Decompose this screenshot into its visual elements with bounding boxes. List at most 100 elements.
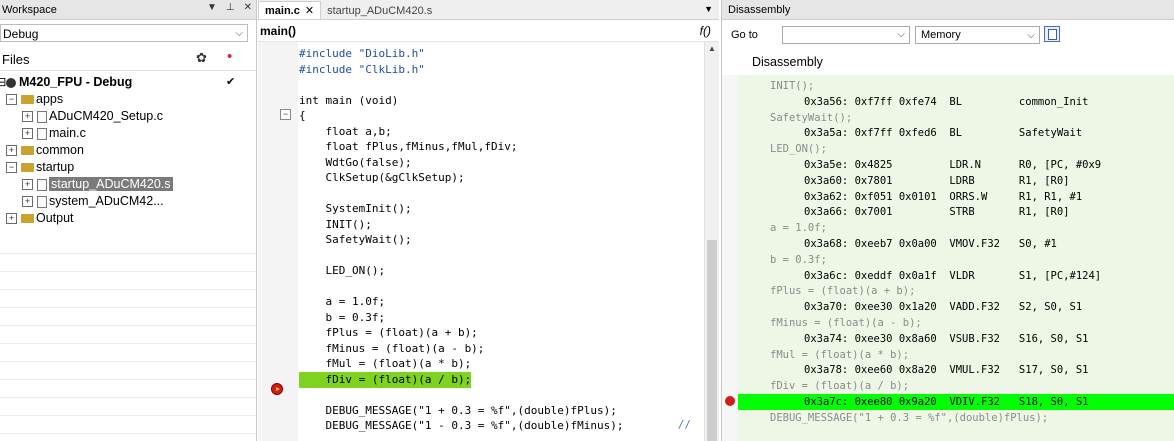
- red-dot-icon[interactable]: •: [227, 48, 232, 65]
- chevron-down-icon[interactable]: ⌵: [897, 29, 905, 40]
- instruction-line[interactable]: 0x3a66: 0x7001 STRB R1, [R0]: [804, 204, 1070, 220]
- breakpoint-icon[interactable]: [272, 384, 282, 394]
- tree-item-label: startup: [36, 160, 75, 174]
- code-line[interactable]: float fPlus,fMinus,fMul,fDiv;: [299, 139, 517, 155]
- pin-icon[interactable]: ⊥: [226, 2, 235, 13]
- memory-page-icon[interactable]: [1044, 26, 1060, 42]
- source-line[interactable]: INIT();: [770, 78, 814, 94]
- code-line[interactable]: fMul = (float)(a * b);: [299, 356, 471, 372]
- tree-item[interactable]: + Output: [0, 210, 256, 227]
- memory-select[interactable]: Memory ⌵: [915, 26, 1040, 44]
- source-line[interactable]: a = 1.0f;: [770, 220, 827, 236]
- code-line[interactable]: b = 0.3f;: [299, 310, 385, 326]
- tree-item-label: apps: [36, 92, 64, 106]
- code-line[interactable]: fDiv = (float)(a / b);: [299, 371, 472, 388]
- instruction-line[interactable]: 0x3a68: 0xeeb7 0x0a00 VMOV.F32 S0, #1: [804, 236, 1057, 252]
- instruction-line[interactable]: 0x3a7c: 0xee80 0x9a20 VDIV.F32 S18, S0, …: [738, 394, 1174, 410]
- code-line[interactable]: LED_ON();: [299, 263, 385, 279]
- instruction-line[interactable]: 0x3a6c: 0xeddf 0x0a1f VLDR S1, [PC,#124]: [804, 268, 1101, 284]
- memory-value: Memory: [921, 29, 961, 41]
- tree-item-label: main.c: [49, 126, 86, 140]
- instruction-line[interactable]: 0x3a74: 0xee30 0x8a60 VSUB.F32 S16, S0, …: [804, 331, 1088, 347]
- goto-input[interactable]: ⌵: [782, 26, 910, 44]
- fold-toggle-icon[interactable]: −: [280, 109, 291, 120]
- source-line[interactable]: b = 0.3f;: [770, 252, 827, 268]
- tree-item[interactable]: + system_ADuCM42...: [0, 193, 256, 210]
- goto-label: Go to: [731, 29, 758, 41]
- project-row[interactable]: ⊟ M420_FPU - Debug ✔: [0, 74, 256, 91]
- code-line[interactable]: fPlus = (float)(a + b);: [299, 325, 477, 341]
- tree-item[interactable]: − apps: [0, 91, 256, 108]
- chevron-down-icon[interactable]: ⌵: [1027, 28, 1035, 44]
- tab-list-arrow-icon[interactable]: ▼: [704, 4, 713, 14]
- code-line[interactable]: ClkSetup(&gClkSetup);: [299, 170, 464, 186]
- current-line-arrow-icon: [276, 387, 280, 391]
- instruction-line[interactable]: 0x3a5e: 0x4825 LDR.N R0, [PC, #0x9: [804, 157, 1101, 173]
- project-icon: [6, 77, 16, 88]
- tree-item[interactable]: + startup_ADuCM420.s: [0, 176, 256, 193]
- code-line[interactable]: fMinus = (float)(a - b);: [299, 341, 484, 357]
- source-line[interactable]: fMinus = (float)(a - b);: [770, 315, 922, 331]
- disassembly-view[interactable]: Disassembly INIT(); 0x3a56: 0xf7ff 0xfe74…: [722, 49, 1174, 441]
- collapse-icon[interactable]: −: [6, 94, 17, 105]
- instruction-line[interactable]: 0x3a60: 0x7801 LDRB R1, [R0]: [804, 173, 1070, 189]
- expand-icon[interactable]: +: [22, 196, 33, 207]
- source-line[interactable]: DEBUG_MESSAGE("1 + 0.3 = %f",(double)fPl…: [770, 410, 1048, 426]
- configuration-select[interactable]: Debug ⌵: [0, 24, 248, 42]
- tab-label: main.c: [265, 5, 300, 17]
- scrollbar-thumb[interactable]: [707, 240, 717, 441]
- code-line[interactable]: DEBUG_MESSAGE("1 - 0.3 = %f",(double)fMi…: [299, 418, 623, 434]
- code-line[interactable]: #include "ClkLib.h": [299, 62, 425, 78]
- tree-item-label: ADuCM420_Setup.c: [49, 109, 163, 123]
- tree-item[interactable]: + main.c: [0, 125, 256, 142]
- disassembly-gutter[interactable]: [722, 75, 738, 441]
- source-line[interactable]: fMul = (float)(a * b);: [770, 347, 909, 363]
- code-line[interactable]: SafetyWait();: [299, 232, 411, 248]
- expand-icon[interactable]: +: [6, 213, 17, 224]
- expand-icon[interactable]: +: [22, 179, 33, 190]
- instruction-line[interactable]: 0x3a56: 0xf7ff 0xfe74 BL common_Init: [804, 94, 1088, 110]
- tree-item-label: Output: [36, 211, 74, 225]
- code-line[interactable]: INIT();: [299, 217, 371, 233]
- scroll-up-icon[interactable]: ▲: [708, 44, 716, 53]
- disassembly-titlebar: Disassembly: [722, 0, 1174, 20]
- tree-item[interactable]: + ADuCM420_Setup.c: [0, 108, 256, 125]
- code-line[interactable]: SystemInit();: [299, 201, 411, 217]
- instruction-line[interactable]: 0x3a62: 0xf051 0x0101 ORRS.W R1, R1, #1: [804, 189, 1082, 205]
- disassembly-title: Disassembly: [728, 3, 791, 16]
- editor-scrollbar[interactable]: ▲: [704, 42, 719, 441]
- folder-icon: [21, 146, 34, 156]
- file-icon: [37, 127, 47, 140]
- code-line[interactable]: int main (void): [299, 93, 398, 109]
- instruction-line[interactable]: 0x3a5a: 0xf7ff 0xfed6 BL SafetyWait: [804, 125, 1082, 141]
- source-line[interactable]: fPlus = (float)(a + b);: [770, 283, 915, 299]
- code-line[interactable]: #include "DioLib.h": [299, 46, 425, 62]
- editor-gutter[interactable]: [258, 42, 298, 441]
- file-icon: [37, 178, 47, 191]
- expand-icon[interactable]: +: [22, 128, 33, 139]
- disassembly-pane: Disassembly Go to ⌵ Memory ⌵ Disassembly …: [721, 0, 1174, 441]
- instruction-line[interactable]: 0x3a78: 0xee60 0x8a20 VMUL.F32 S17, S0, …: [804, 362, 1088, 378]
- source-line[interactable]: SafetyWait();: [770, 110, 852, 126]
- close-icon[interactable]: ✕: [244, 2, 252, 13]
- breakpoint-icon[interactable]: [725, 396, 735, 406]
- instruction-line[interactable]: 0x3a70: 0xee30 0x1a20 VADD.F32 S2, S0, S…: [804, 299, 1082, 315]
- collapse-icon[interactable]: −: [6, 162, 17, 173]
- tree-item[interactable]: + common: [0, 142, 256, 159]
- gear-icon[interactable]: ✿: [196, 50, 207, 66]
- expand-icon[interactable]: +: [6, 145, 17, 156]
- comment-mark: //: [677, 418, 691, 431]
- code-line[interactable]: float a,b;: [299, 124, 391, 140]
- code-line[interactable]: {: [299, 108, 306, 124]
- tree-item[interactable]: − startup: [0, 159, 256, 176]
- expand-icon[interactable]: +: [22, 111, 33, 122]
- file-icon: [37, 195, 47, 208]
- dropdown-arrow-icon[interactable]: ▼: [207, 2, 217, 13]
- code-line[interactable]: DEBUG_MESSAGE("1 + 0.3 = %f",(double)fPl…: [299, 403, 616, 419]
- source-line[interactable]: LED_ON();: [770, 141, 827, 157]
- workspace-title: Workspace: [2, 3, 57, 16]
- source-line[interactable]: fDiv = (float)(a / b);: [770, 378, 909, 394]
- code-line[interactable]: WdtGo(false);: [299, 155, 411, 171]
- code-area[interactable]: #include "DioLib.h" #include "ClkLib.h" in…: [299, 0, 705, 441]
- code-line[interactable]: a = 1.0f;: [299, 294, 385, 310]
